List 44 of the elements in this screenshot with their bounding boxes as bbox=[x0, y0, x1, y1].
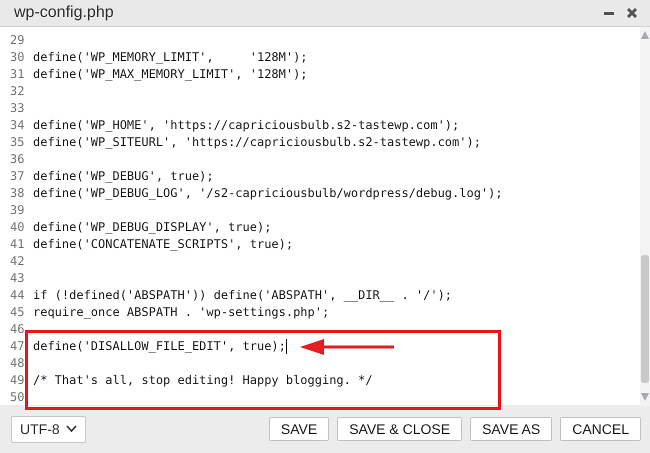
encoding-dropdown[interactable]: UTF-8 bbox=[11, 416, 86, 442]
scrollbar[interactable] bbox=[640, 27, 650, 406]
text-cursor bbox=[286, 339, 287, 354]
line-number: 37 bbox=[10, 168, 26, 185]
footer-button[interactable]: SAVE bbox=[268, 417, 330, 441]
code-line: /* That's all, stop editing! Happy blogging. */ bbox=[33, 372, 373, 389]
line-number: 42 bbox=[10, 253, 26, 270]
line-number: 29 bbox=[10, 32, 26, 49]
line-number: 46 bbox=[10, 321, 26, 338]
line-number: 48 bbox=[10, 355, 26, 372]
line-number: 31 bbox=[10, 66, 26, 83]
code-line: define('DISALLOW_FILE_EDIT', true); bbox=[33, 338, 286, 355]
footer-button[interactable]: SAVE & CLOSE bbox=[337, 417, 462, 441]
line-number: 39 bbox=[10, 202, 26, 219]
line-number: 40 bbox=[10, 219, 26, 236]
line-number: 30 bbox=[10, 49, 26, 66]
code-line: define('WP_DEBUG_DISPLAY', true); bbox=[33, 219, 272, 236]
line-number: 34 bbox=[10, 117, 26, 134]
line-number: 49 bbox=[10, 372, 26, 389]
close-icon[interactable] bbox=[626, 7, 638, 19]
line-number: 35 bbox=[10, 134, 26, 151]
code-line: define('WP_DEBUG_LOG', '/s2-capriciousbulb/wordpress/debug.log'); bbox=[33, 185, 503, 202]
code-line: define('WP_DEBUG', true); bbox=[33, 168, 214, 185]
line-number: 33 bbox=[10, 100, 26, 117]
line-number: 45 bbox=[10, 304, 26, 321]
line-number: 47 bbox=[10, 338, 26, 355]
window-title: wp-config.php bbox=[14, 4, 114, 22]
code-line: if (!defined('ABSPATH')) define('ABSPATH', __DIR__ . '/'); bbox=[33, 287, 452, 304]
footer-button[interactable]: CANCEL bbox=[560, 417, 641, 441]
code-line: define('WP_HOME', 'https://capriciousbulb.s2-tastewp.com'); bbox=[33, 117, 460, 134]
code-line: define('WP_SITEURL', 'https://capriciousbulb.s2-tastewp.com'); bbox=[33, 134, 481, 151]
line-number: 50 bbox=[10, 389, 26, 406]
code-line: define('CONCATENATE_SCRIPTS', true); bbox=[33, 236, 294, 253]
line-number: 43 bbox=[10, 270, 26, 287]
code-line: define('WP_MAX_MEMORY_LIMIT', '128M'); bbox=[33, 66, 308, 83]
line-number: 36 bbox=[10, 151, 26, 168]
line-number: 41 bbox=[10, 236, 26, 253]
code-line: define('WP_MEMORY_LIMIT', '128M'); bbox=[33, 49, 308, 66]
code-line: require_once ABSPATH . 'wp-settings.php'; bbox=[33, 304, 330, 321]
line-number: 38 bbox=[10, 185, 26, 202]
footer-button[interactable]: SAVE AS bbox=[470, 417, 552, 441]
line-number: 44 bbox=[10, 287, 26, 304]
line-number: 32 bbox=[10, 83, 26, 100]
chevron-down-icon bbox=[66, 425, 77, 433]
